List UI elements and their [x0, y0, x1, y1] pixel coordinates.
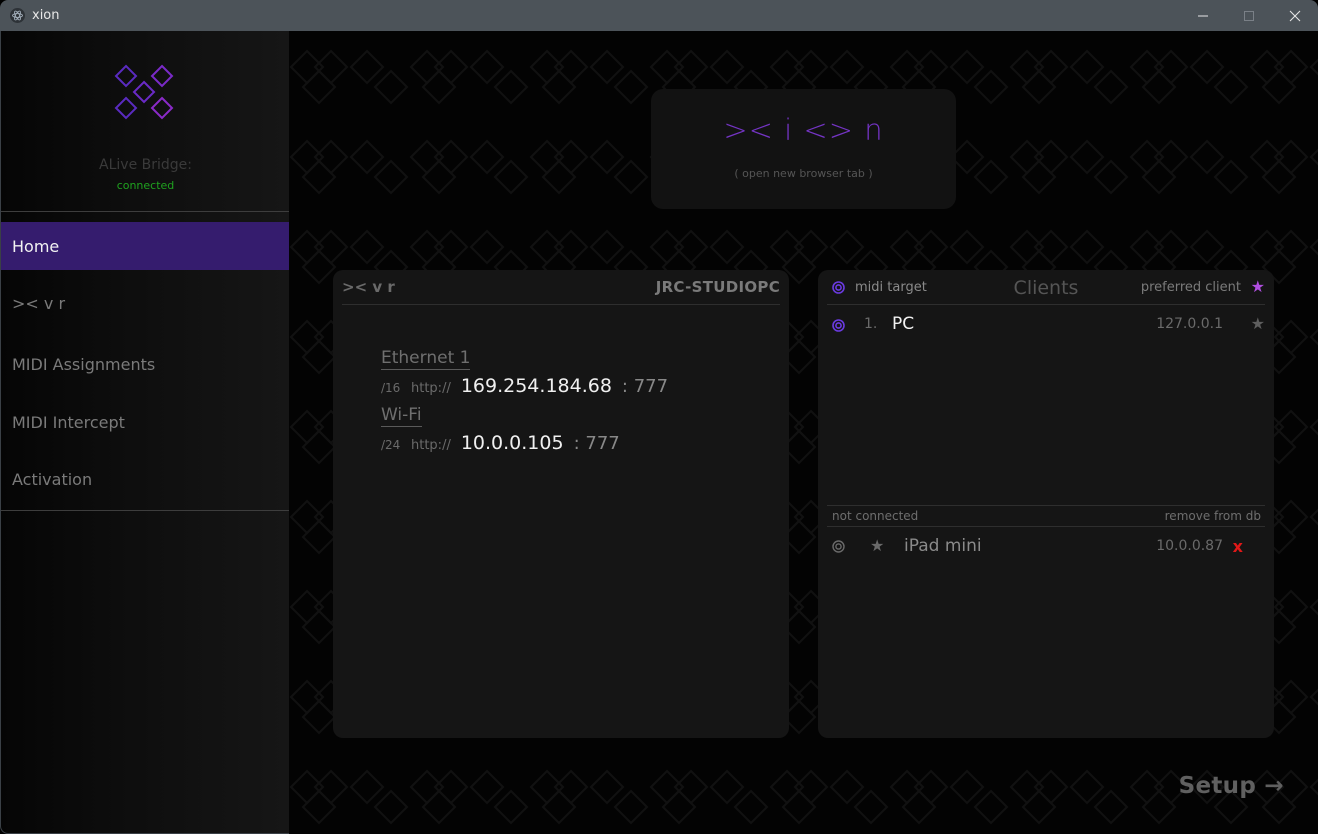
interface-address[interactable]: /24 http:// 10.0.0.105 : 777: [381, 432, 620, 454]
interface-address[interactable]: /16 http:// 169.254.184.68 : 777: [381, 375, 668, 397]
sidebar-item-label: MIDI Assignments: [12, 355, 156, 375]
network-interface: Ethernet 1 /16 http:// 169.254.184.68 : …: [381, 347, 668, 397]
setup-button[interactable]: Setup →: [1179, 773, 1284, 799]
remove-from-db-label: remove from db: [1164, 509, 1261, 523]
open-browser-tab-button[interactable]: >< i <> n ( open new browser tab ): [651, 89, 956, 209]
app-icon: [10, 8, 25, 23]
server-panel: >< v r JRC-STUDIOPC Ethernet 1 /16 http:…: [333, 270, 789, 738]
port: : 777: [573, 433, 620, 454]
window-title: xion: [32, 8, 60, 23]
preferred-star-icon: ★: [1250, 277, 1265, 296]
network-interface: Wi-Fi /24 http:// 10.0.0.105 : 777: [381, 404, 620, 454]
not-connected-label: not connected: [832, 509, 919, 523]
sidebar-item-midi-assignments[interactable]: MIDI Assignments: [1, 336, 290, 394]
minimize-icon: [1198, 15, 1208, 16]
sidebar-item-home[interactable]: Home: [1, 222, 290, 270]
port: : 777: [621, 376, 669, 397]
sidebar-item-label: Home: [12, 236, 60, 256]
disconnected-client-row: ★ iPad mini 10.0.0.87 x: [827, 532, 1265, 562]
interface-name: Ethernet 1: [381, 348, 471, 370]
client-index: 1.: [864, 316, 878, 332]
bridge-status: connected: [116, 179, 175, 192]
maximize-icon: [1244, 10, 1254, 21]
window-titlebar: xion: [0, 0, 1318, 31]
sidebar-item-label: Activation: [12, 470, 93, 490]
subnet-mask: /16: [381, 381, 401, 395]
close-button[interactable]: [1272, 0, 1318, 31]
main-content: >< i <> n ( open new browser tab ) >< v …: [289, 31, 1318, 834]
sidebar-nav: Home >< v r MIDI Assignments MIDI Interc…: [1, 222, 290, 509]
bridge-label: ALive Bridge:: [99, 157, 192, 173]
ip-address: 10.0.0.105: [460, 432, 564, 454]
xion-logo-icon: [114, 64, 174, 120]
midi-target-toggle-icon[interactable]: [832, 319, 845, 332]
sidebar-divider: [1, 211, 290, 212]
protocol: http://: [411, 381, 451, 396]
sidebar-item-midi-intercept[interactable]: MIDI Intercept: [1, 394, 290, 452]
subnet-mask: /24: [381, 438, 401, 452]
client-ip: 10.0.0.87: [1156, 538, 1223, 554]
remove-client-button[interactable]: x: [1233, 537, 1243, 556]
server-panel-header: >< v r JRC-STUDIOPC: [342, 270, 780, 305]
clients-panel-header: midi target Clients preferred client ★: [827, 270, 1265, 305]
not-connected-header: not connected remove from db: [827, 505, 1265, 527]
midi-target-toggle-icon[interactable]: [832, 540, 845, 553]
server-panel-title: >< v r: [342, 278, 395, 296]
xion-wordmark: >< i <> n: [723, 113, 884, 147]
preferred-client-label: preferred client: [1140, 280, 1241, 295]
sidebar-item-vr[interactable]: >< v r: [1, 270, 290, 336]
sidebar-item-label: >< v r: [12, 293, 66, 313]
interface-name: Wi-Fi: [381, 405, 422, 427]
sidebar-item-label: MIDI Intercept: [12, 412, 125, 432]
maximize-button[interactable]: [1226, 0, 1272, 31]
sidebar-divider: [1, 510, 290, 511]
clients-panel: midi target Clients preferred client ★ 1…: [818, 270, 1274, 738]
sidebar-item-activation[interactable]: Activation: [1, 451, 290, 509]
open-browser-tab-hint: ( open new browser tab ): [734, 167, 873, 180]
preferred-toggle-star-icon[interactable]: ★: [870, 536, 884, 555]
client-name: iPad mini: [904, 536, 982, 556]
client-name: PC: [892, 314, 915, 334]
sidebar: ALive Bridge: connected Home >< v r MIDI…: [0, 31, 290, 834]
client-row: 1. PC 127.0.0.1 ★: [827, 310, 1265, 340]
minimize-button[interactable]: [1180, 0, 1226, 31]
close-icon: [1289, 10, 1301, 21]
client-ip: 127.0.0.1: [1156, 316, 1223, 332]
preferred-toggle-star-icon[interactable]: ★: [1251, 314, 1265, 333]
protocol: http://: [411, 438, 451, 453]
ip-address: 169.254.184.68: [460, 375, 612, 397]
hostname: JRC-STUDIOPC: [655, 278, 780, 296]
